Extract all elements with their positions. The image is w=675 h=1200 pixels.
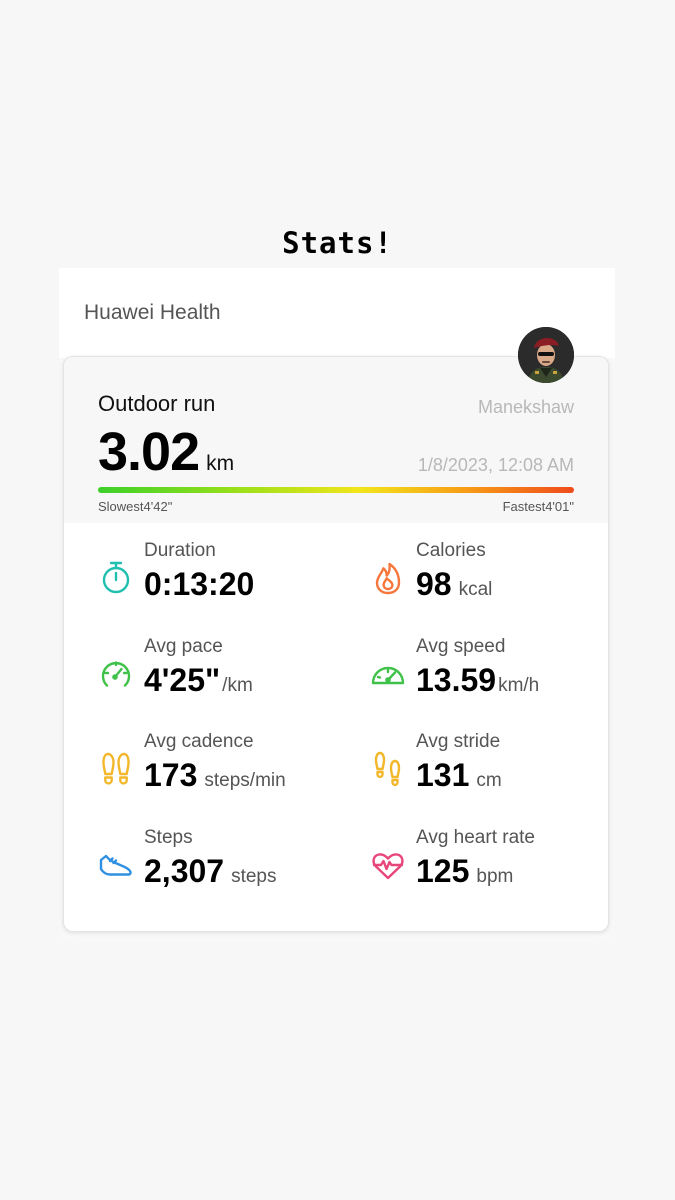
stat-value: 4'25" — [144, 662, 221, 698]
stat-unit: kcal — [458, 579, 493, 600]
stat-value: 125 — [416, 853, 470, 889]
stopwatch-icon — [98, 560, 134, 596]
stat-steps: Steps 2,307 steps — [98, 827, 338, 907]
stat-avg-stride: Avg stride 131 cm — [370, 731, 608, 811]
footprints-icon — [98, 751, 134, 787]
app-name: Huawei Health — [84, 301, 221, 324]
stat-value: 173 — [144, 757, 198, 793]
stat-avg-cadence: Avg cadence 173 steps/min — [98, 731, 338, 811]
stat-label: Duration — [144, 540, 216, 561]
workout-card[interactable]: Outdoor run 3.02 km Manekshaw 1/8/2023, … — [63, 356, 609, 932]
workout-summary: Outdoor run 3.02 km Manekshaw 1/8/2023, … — [64, 357, 608, 523]
stat-unit: steps — [231, 866, 277, 887]
stat-unit: km/h — [498, 675, 540, 696]
stat-value: 131 — [416, 757, 470, 793]
stat-value: 98 — [416, 566, 452, 602]
stat-unit: /km — [222, 675, 253, 696]
distance-unit: km — [206, 452, 235, 475]
stat-label: Avg stride — [416, 731, 501, 752]
stat-value: 2,307 — [144, 853, 225, 889]
stat-unit: steps/min — [204, 770, 286, 791]
activity-title: Outdoor run — [98, 391, 216, 416]
stat-label: Avg pace — [144, 636, 223, 657]
stride-footprints-icon — [370, 751, 406, 787]
stat-label: Avg heart rate — [416, 827, 536, 848]
running-shoe-icon — [98, 847, 134, 883]
stat-duration: Duration 0:13:20 — [98, 540, 338, 620]
avatar[interactable] — [518, 327, 574, 383]
story-caption: Stats! — [282, 226, 393, 260]
heart-rate-icon — [370, 847, 406, 883]
stat-label: Steps — [144, 827, 193, 848]
pace-gradient-bar — [98, 487, 574, 493]
fastest-pace: Fastest4'01" — [502, 499, 574, 514]
stat-calories: Calories 98 kcal — [370, 540, 608, 620]
stat-label: Avg speed — [416, 636, 506, 657]
distance-value: 3.02 — [98, 422, 200, 482]
stat-unit: cm — [476, 770, 502, 791]
stat-label: Calories — [416, 540, 486, 561]
flame-icon — [370, 560, 406, 596]
user-name: Manekshaw — [477, 397, 574, 417]
stat-label: Avg cadence — [144, 731, 254, 752]
slowest-pace: Slowest4'42" — [98, 499, 173, 514]
speedometer-icon — [370, 656, 406, 692]
health-app-screenshot: Huawei Health Outdoor run 3.02 km Maneks… — [59, 268, 615, 942]
pace-gauge-icon — [98, 656, 134, 692]
stat-avg-speed: Avg speed 13.59 km/h — [370, 636, 608, 716]
stat-value: 13.59 — [416, 662, 497, 698]
stat-avg-heart-rate: Avg heart rate 125 bpm — [370, 827, 608, 907]
stat-avg-pace: Avg pace 4'25" /km — [98, 636, 338, 716]
run-datetime: 1/8/2023, 12:08 AM — [417, 455, 574, 475]
stat-unit: bpm — [476, 866, 514, 887]
distance: 3.02 km — [98, 421, 234, 483]
stat-value: 0:13:20 — [144, 566, 255, 602]
